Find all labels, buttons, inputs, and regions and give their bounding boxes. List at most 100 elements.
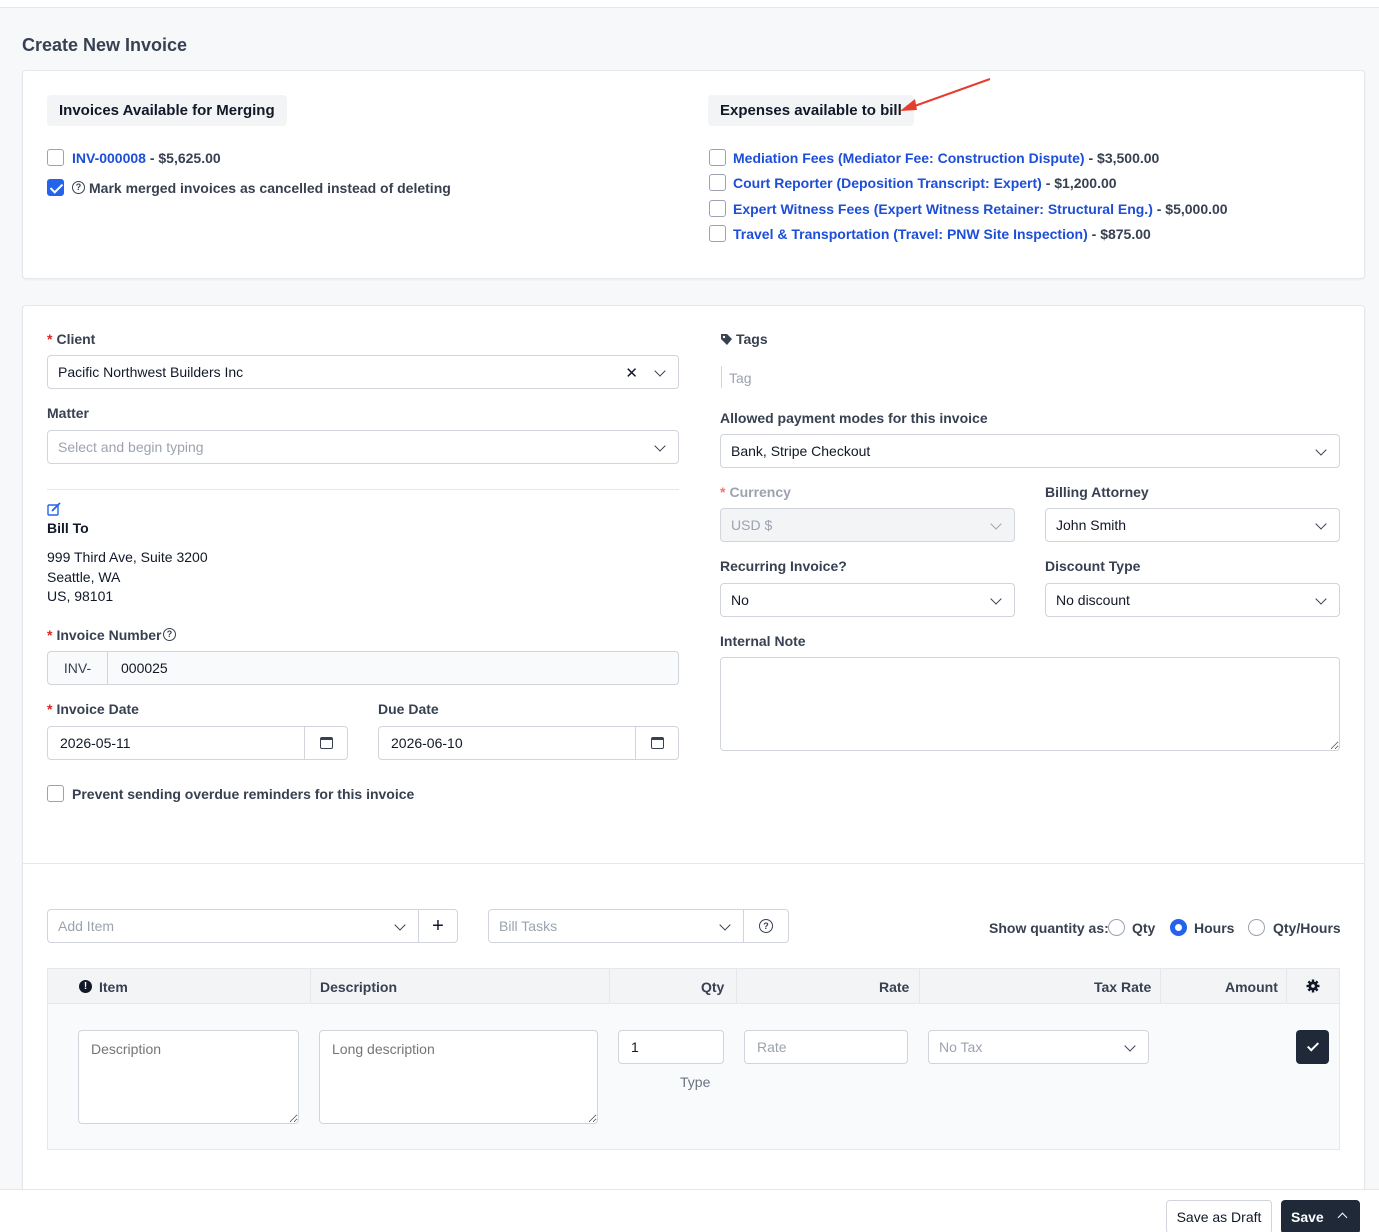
save-draft-button[interactable]: Save as Draft — [1166, 1200, 1272, 1232]
qty-hours-radio[interactable] — [1248, 919, 1265, 936]
merge-invoice-link[interactable]: INV-000008 — [72, 150, 146, 166]
discount-type-select[interactable]: No discount — [1045, 583, 1340, 617]
add-item-button[interactable]: + — [418, 909, 458, 943]
invoice-date-value: 2026-05-11 — [60, 735, 131, 751]
col-rate: Rate — [879, 979, 910, 995]
tag-input[interactable]: Tag — [729, 370, 752, 386]
expenses-heading: Expenses available to bill — [708, 95, 914, 126]
expense-row: Court Reporter (Deposition Transcript: E… — [733, 175, 1117, 191]
invoice-prefix: INV- — [48, 652, 108, 684]
address-line-2: Seattle, WA — [47, 569, 121, 585]
payment-modes-label: Allowed payment modes for this invoice — [720, 410, 988, 426]
expense-checkbox[interactable] — [709, 225, 726, 242]
matter-select[interactable]: Select and begin typing — [47, 430, 679, 464]
invoice-date-input[interactable]: 2026-05-11 — [47, 726, 348, 760]
col-separator — [919, 969, 920, 1005]
save-button-label: Save — [1291, 1209, 1324, 1225]
rate-placeholder: Rate — [757, 1039, 787, 1055]
expense-link[interactable]: Expert Witness Fees (Expert Witness Reta… — [733, 201, 1153, 217]
col-description: Description — [320, 979, 398, 995]
clear-icon[interactable]: ✕ — [625, 364, 638, 382]
matter-label: Matter — [47, 405, 90, 421]
expense-link[interactable]: Travel & Transportation (Travel: PNW Sit… — [733, 226, 1088, 242]
chevron-down-icon — [394, 919, 406, 931]
expense-link[interactable]: Court Reporter (Deposition Transcript: E… — [733, 175, 1042, 191]
add-item-select[interactable]: Add Item — [47, 909, 419, 943]
col-item: Item — [99, 979, 128, 995]
qty-value: 1 — [631, 1039, 639, 1055]
payment-modes-select[interactable]: Bank, Stripe Checkout — [720, 434, 1340, 468]
tax-rate-value: No Tax — [939, 1039, 983, 1055]
bill-tasks-placeholder: Bill Tasks — [499, 918, 558, 934]
tag-icon — [721, 334, 732, 345]
rate-input[interactable]: Rate — [744, 1030, 908, 1064]
long-description-textarea[interactable] — [319, 1030, 598, 1124]
chevron-down-icon — [1315, 518, 1327, 530]
page-title: Create New Invoice — [22, 35, 188, 55]
due-date-value: 2026-06-10 — [391, 735, 463, 751]
qty-option-label: Qty — [1132, 920, 1156, 936]
prevent-reminders-checkbox[interactable] — [47, 785, 64, 802]
type-label: Type — [680, 1074, 711, 1090]
chevron-down-icon — [654, 365, 666, 377]
expense-checkbox[interactable] — [709, 149, 726, 166]
confirm-item-button[interactable] — [1296, 1030, 1329, 1064]
edit-icon[interactable] — [47, 502, 61, 516]
invoice-number-input[interactable]: 000025 — [108, 660, 168, 676]
billing-attorney-label: Billing Attorney — [1045, 484, 1149, 500]
qty-radio[interactable] — [1108, 919, 1125, 936]
add-item-placeholder: Add Item — [58, 918, 115, 934]
tax-rate-select[interactable]: No Tax — [928, 1030, 1149, 1064]
help-circle-icon[interactable]: ? — [72, 181, 85, 194]
expense-amount: - $5,000.00 — [1152, 201, 1228, 217]
plus-icon: + — [432, 914, 444, 937]
client-select[interactable]: Pacific Northwest Builders Inc ✕ — [47, 355, 679, 389]
merge-invoice-amount: - $5,625.00 — [145, 150, 221, 166]
save-button[interactable]: Save — [1281, 1200, 1360, 1232]
chevron-up-icon[interactable] — [1337, 1212, 1348, 1223]
gear-icon[interactable] — [1306, 979, 1320, 993]
expense-checkbox[interactable] — [709, 174, 726, 191]
discount-type-value: No discount — [1056, 592, 1130, 608]
divider — [47, 489, 679, 490]
chevron-down-icon — [990, 593, 1002, 605]
chevron-down-icon — [990, 518, 1002, 530]
chevron-down-icon — [1124, 1040, 1136, 1052]
address-line-3: US, 98101 — [47, 588, 114, 604]
currency-value: USD $ — [731, 517, 773, 533]
internal-note-textarea[interactable] — [720, 657, 1340, 751]
recurring-label: Recurring Invoice? — [720, 558, 847, 574]
invoice-date-label: * Invoice Date — [47, 701, 139, 717]
currency-select: USD $ — [720, 508, 1015, 542]
merge-invoice-checkbox[interactable] — [47, 149, 64, 166]
calendar-icon[interactable] — [635, 727, 678, 759]
expense-link[interactable]: Mediation Fees (Mediator Fee: Constructi… — [733, 150, 1085, 166]
expense-row: Expert Witness Fees (Expert Witness Reta… — [733, 201, 1228, 217]
calendar-icon[interactable] — [304, 727, 347, 759]
expense-amount: - $875.00 — [1087, 226, 1151, 242]
expense-checkbox[interactable] — [709, 200, 726, 217]
client-label: * Client — [47, 331, 96, 347]
prevent-reminders-label: Prevent sending overdue reminders for th… — [72, 786, 415, 802]
section-divider — [23, 863, 1364, 864]
hours-radio[interactable] — [1170, 919, 1187, 936]
help-circle-icon[interactable]: ? — [163, 628, 176, 641]
chevron-down-icon — [1315, 593, 1327, 605]
due-date-input[interactable]: 2026-06-10 — [378, 726, 679, 760]
invoice-number-group: INV- 000025 — [47, 651, 679, 685]
check-icon — [1306, 1039, 1319, 1052]
recurring-select[interactable]: No — [720, 583, 1015, 617]
col-tax-rate: Tax Rate — [1094, 979, 1152, 995]
merge-heading: Invoices Available for Merging — [47, 95, 287, 126]
mark-cancelled-checkbox[interactable] — [47, 179, 64, 196]
mark-cancelled-label: Mark merged invoices as cancelled instea… — [89, 180, 451, 196]
address-line-1: 999 Third Ave, Suite 3200 — [47, 549, 208, 565]
item-description-textarea[interactable] — [78, 1030, 299, 1124]
qty-input[interactable]: 1 — [618, 1030, 724, 1064]
discount-type-label: Discount Type — [1045, 558, 1141, 574]
billing-attorney-select[interactable]: John Smith — [1045, 508, 1340, 542]
bill-tasks-select[interactable]: Bill Tasks — [488, 909, 744, 943]
col-separator — [736, 969, 737, 1005]
expense-row: Travel & Transportation (Travel: PNW Sit… — [733, 226, 1151, 242]
bill-tasks-help-button[interactable]: ? — [743, 909, 789, 943]
